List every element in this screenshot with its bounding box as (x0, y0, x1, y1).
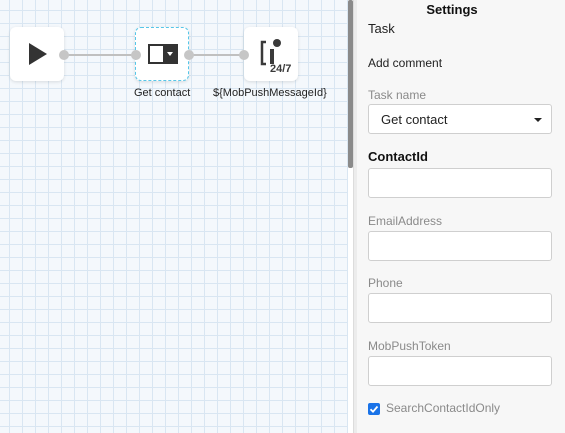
phone-input[interactable] (368, 293, 552, 323)
connector-start-to-task (64, 54, 136, 56)
task-name-label: Task name (368, 88, 427, 102)
node-label-get-contact: Get contact (134, 87, 191, 99)
start-node[interactable] (10, 27, 64, 81)
port-push-in[interactable] (239, 50, 249, 60)
chevron-down-icon (534, 118, 542, 122)
search-contact-id-only-label: SearchContactIdOnly (386, 401, 501, 415)
task-name-select[interactable]: Get contact (368, 104, 552, 134)
contact-id-input[interactable] (368, 168, 552, 198)
connector-task-to-push (189, 54, 245, 56)
email-address-input[interactable] (368, 231, 552, 261)
panel-title: Settings (426, 2, 478, 17)
settings-panel: Settings Task Add comment Task name Get … (357, 0, 565, 433)
task-name-value: Get contact (381, 112, 448, 127)
play-icon (29, 43, 47, 65)
get-contact-node[interactable] (135, 27, 189, 81)
mob-push-token-input[interactable] (368, 356, 552, 386)
phone-label: Phone (368, 276, 403, 290)
task-section-label: Task (368, 21, 395, 36)
port-task-in[interactable] (131, 50, 141, 60)
push-247-badge: 24/7 (270, 63, 292, 75)
node-label-mob-push: ${MobPushMessageId} (213, 87, 327, 99)
add-comment-link[interactable]: Add comment (368, 56, 442, 70)
check-icon (369, 405, 379, 414)
port-start-out[interactable] (59, 50, 69, 60)
task-select-icon (148, 44, 178, 64)
workflow-canvas[interactable]: 24/7 Get contact ${MobPushMessageId} (0, 0, 348, 433)
email-address-label: EmailAddress (368, 214, 443, 228)
port-task-out[interactable] (184, 50, 194, 60)
contact-id-label: ContactId (368, 149, 428, 164)
search-contact-id-only-checkbox[interactable] (368, 403, 380, 415)
mob-push-token-label: MobPushToken (368, 339, 451, 353)
mob-push-node[interactable]: 24/7 (244, 27, 298, 81)
